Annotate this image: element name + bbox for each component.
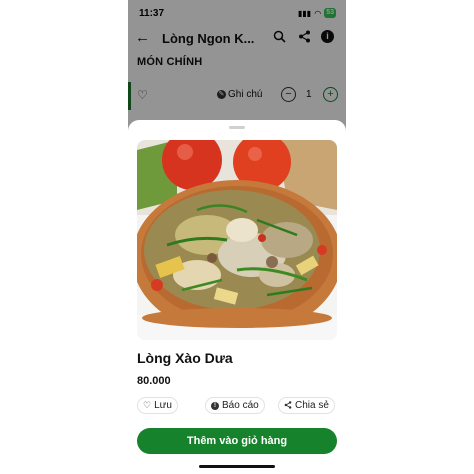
phone-screen: 11:37 ▮▮▮ ◠ 53 ← Lòng Ngon K... i MÓN CH… <box>128 0 346 474</box>
dish-detail-sheet: Lòng Xào Dưa 80.000 ♡ Lưu ! Báo cáo Chia… <box>128 120 346 474</box>
dish-name: Lòng Xào Dưa <box>137 350 233 366</box>
report-icon: ! <box>211 401 219 410</box>
heart-icon: ♡ <box>143 400 152 410</box>
add-to-cart-button[interactable]: Thêm vào giỏ hàng <box>137 428 337 454</box>
sheet-drag-handle[interactable] <box>229 126 245 129</box>
report-label: Báo cáo <box>222 400 259 411</box>
save-button[interactable]: ♡ Lưu <box>137 397 178 414</box>
home-indicator <box>199 465 275 468</box>
dish-price: 80.000 <box>137 375 171 387</box>
report-button[interactable]: ! Báo cáo <box>205 397 265 414</box>
dish-photo <box>137 140 337 340</box>
save-label: Lưu <box>154 400 172 411</box>
share-icon <box>284 400 292 411</box>
share-label: Chia sẻ <box>295 400 329 411</box>
share-button[interactable]: Chia sẻ <box>278 397 335 414</box>
